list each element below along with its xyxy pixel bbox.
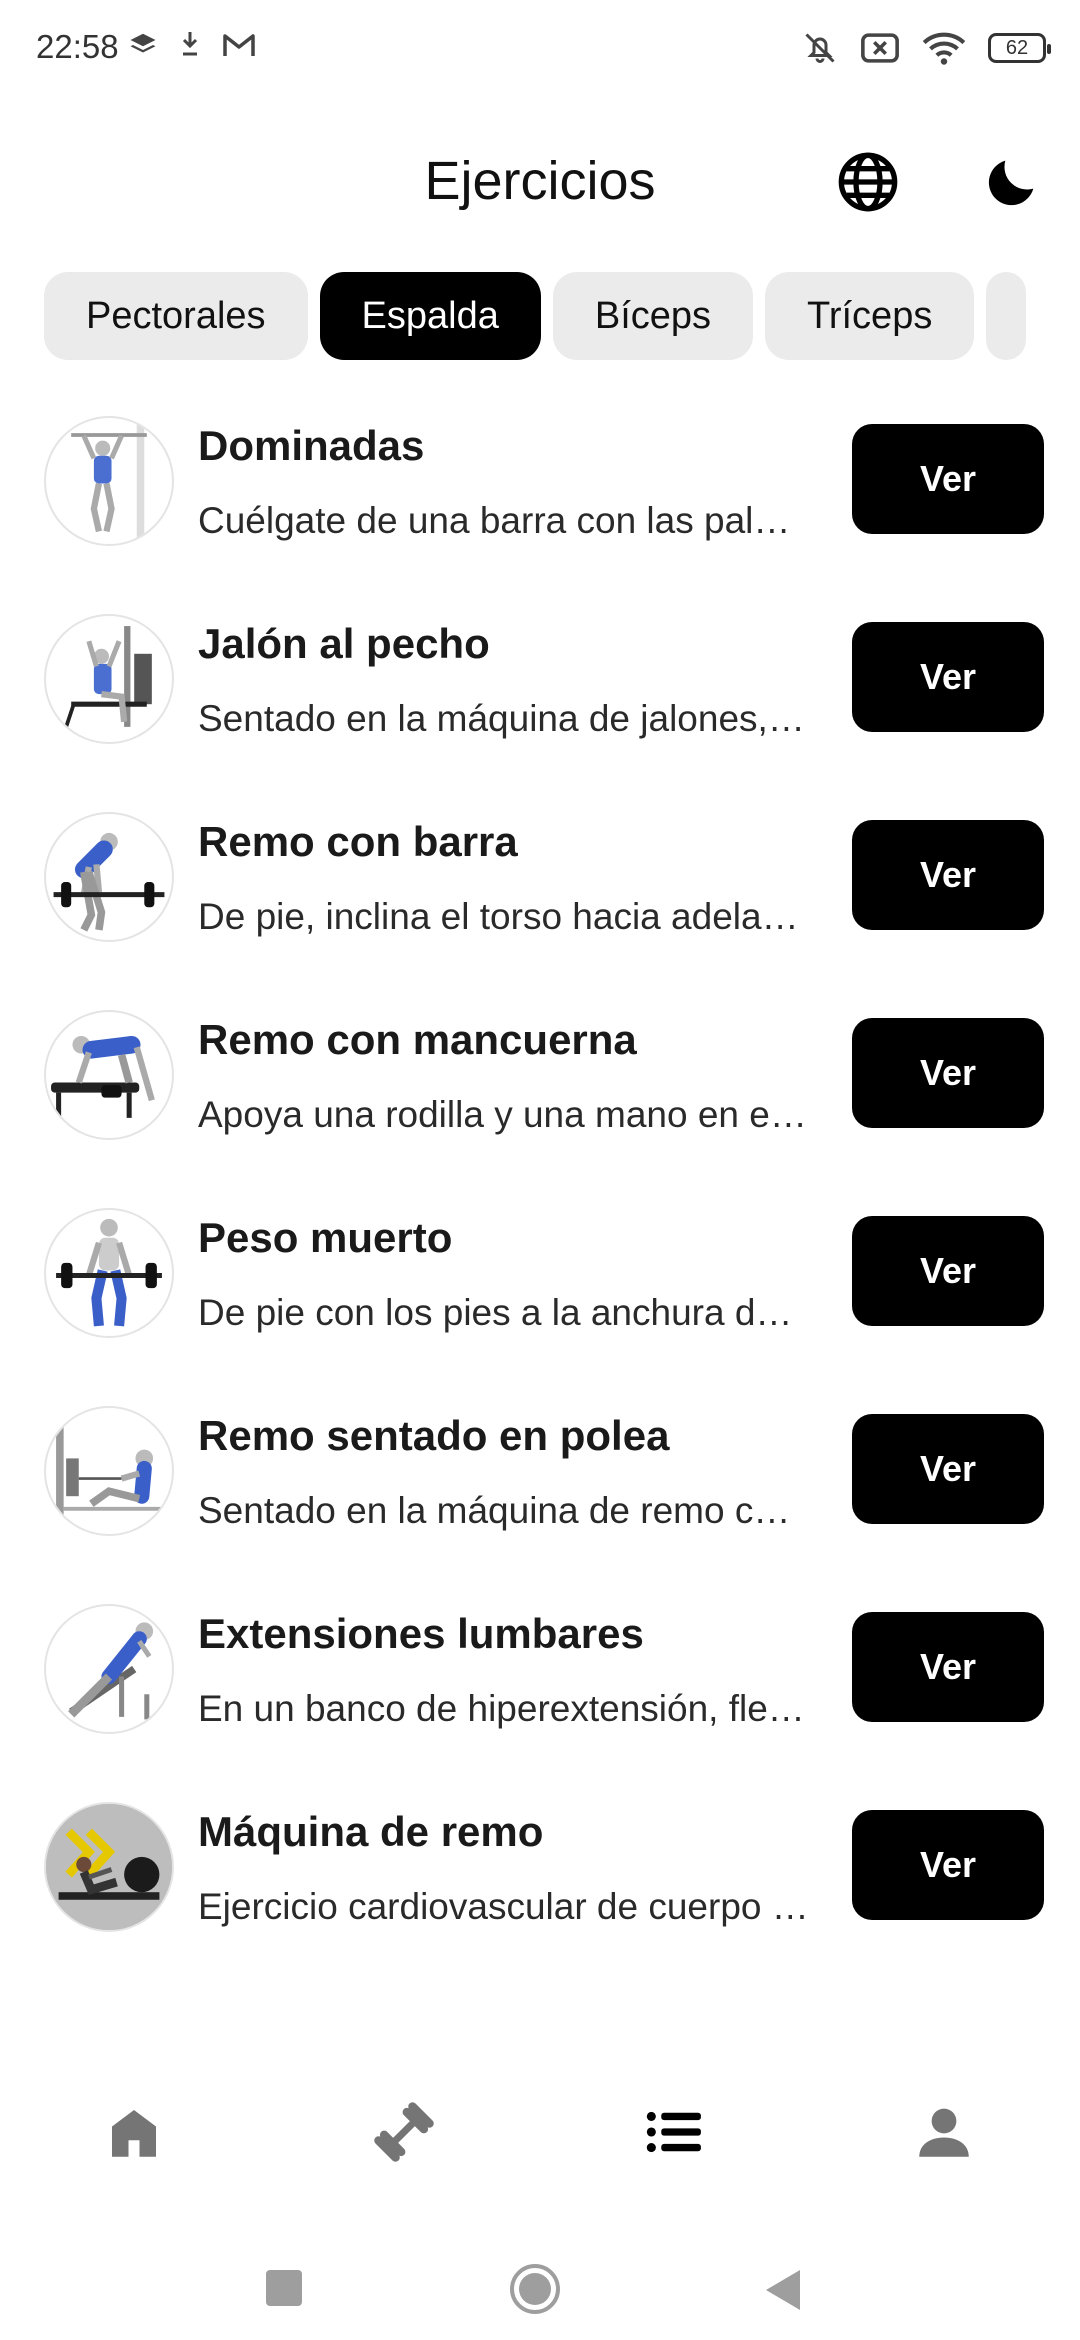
home-system-dot: [519, 2273, 551, 2305]
tab-label: Espalda: [361, 294, 499, 337]
back-button[interactable]: [766, 2270, 800, 2310]
exercise-title: Extensiones lumbares: [198, 1610, 644, 1657]
dumbbell-row-figure: [44, 1010, 174, 1140]
dumbbell-icon: [374, 2102, 434, 2162]
no-sim-icon: [861, 33, 899, 63]
system-nav-bar: [0, 2230, 1080, 2340]
exercise-title: Peso muerto: [198, 1214, 453, 1261]
person-icon: [919, 2108, 969, 2157]
nav-exercises[interactable]: [634, 2092, 714, 2172]
recents-button[interactable]: [266, 2270, 302, 2306]
barbell-row-figure: [44, 812, 174, 942]
deadlift-figure: [44, 1208, 174, 1338]
lat-pulldown-figure: [44, 614, 174, 744]
exercise-title: Remo con barra: [198, 818, 518, 865]
home-icon: [112, 2110, 156, 2157]
status-bar: 22:58 62: [0, 0, 1080, 100]
exercise-title: Remo sentado en polea: [198, 1412, 670, 1459]
gmail-icon: [223, 34, 255, 56]
exercise-description: Ejercicio cardiovascular de cuerpo compl…: [198, 1886, 810, 1927]
view-button[interactable]: Ver: [852, 424, 1044, 534]
exercise-description: Sentado en la máquina de remo con polea,…: [198, 1490, 810, 1531]
exercise-description: Cuélgate de una barra con las palmas mir…: [198, 500, 810, 541]
page-title: Ejercicios: [424, 151, 656, 211]
globe-icon[interactable]: [836, 150, 900, 214]
view-button[interactable]: Ver: [852, 622, 1044, 732]
exercise-description: En un banco de hiperextensión, flexiona …: [198, 1688, 810, 1729]
exercise-row: Remo con barra De pie, inclina el torso …: [0, 796, 1080, 994]
nav-profile[interactable]: [904, 2092, 984, 2172]
list-icon: [646, 2111, 701, 2153]
tab-label: Pectorales: [86, 294, 266, 337]
wifi-icon: [922, 32, 966, 65]
home-system-button[interactable]: [510, 2264, 560, 2314]
exercise-title: Jalón al pecho: [198, 620, 490, 667]
exercise-row: Remo con mancuerna Apoya una rodilla y u…: [0, 994, 1080, 1192]
exercise-row: Máquina de remo Ejercicio cardiovascular…: [0, 1786, 1080, 1984]
pull-up-figure: [44, 416, 174, 546]
bottom-nav: [0, 2080, 1080, 2180]
battery-icon: 62: [988, 33, 1051, 63]
seated-cable-row-figure: [44, 1406, 174, 1536]
exercise-title: Máquina de remo: [198, 1808, 544, 1855]
exercise-description: Sentado en la máquina de jalones, sujeta…: [198, 698, 810, 739]
exercise-title: Dominadas: [198, 422, 425, 469]
view-button[interactable]: Ver: [852, 1810, 1044, 1920]
bell-off-icon: [805, 33, 835, 63]
tab-espalda[interactable]: Espalda: [319, 272, 541, 360]
exercise-description: De pie con los pies a la anchura de las …: [198, 1292, 810, 1333]
nav-workouts[interactable]: [364, 2092, 444, 2172]
view-button[interactable]: Ver: [852, 1612, 1044, 1722]
exercise-row: Remo sentado en polea Sentado en la máqu…: [0, 1390, 1080, 1588]
tab-label: Bíceps: [594, 294, 712, 337]
tab-biceps[interactable]: Bíceps: [552, 272, 754, 360]
status-time: 22:58: [36, 28, 119, 65]
status-left-icons: [128, 30, 256, 60]
status-right-icons: 62: [802, 28, 1051, 68]
tab-triceps[interactable]: Tríceps: [765, 272, 975, 360]
tab-pectorales[interactable]: Pectorales: [44, 272, 308, 360]
exercise-description: De pie, inclina el torso hacia adelante …: [198, 896, 810, 937]
tab-label: Tríceps: [807, 294, 933, 337]
exercise-row: Extensiones lumbares En un banco de hipe…: [0, 1588, 1080, 1786]
tab-next-partial[interactable]: [986, 272, 1027, 360]
exercise-row: Dominadas Cuélgate de una barra con las …: [0, 400, 1080, 598]
view-button[interactable]: Ver: [852, 1216, 1044, 1326]
moon-icon[interactable]: [980, 150, 1044, 214]
rowing-machine-photo: [44, 1802, 174, 1932]
battery-level: 62: [1005, 36, 1029, 59]
view-button[interactable]: Ver: [852, 1414, 1044, 1524]
category-tabs: Pectorales Espalda Bíceps Tríceps: [44, 272, 1036, 362]
exercise-title: Remo con mancuerna: [198, 1016, 637, 1063]
exercise-description: Apoya una rodilla y una mano en el banco…: [198, 1094, 810, 1135]
view-button[interactable]: Ver: [852, 1018, 1044, 1128]
nav-home[interactable]: [94, 2092, 174, 2172]
back-extension-figure: [44, 1604, 174, 1734]
exercise-row: Peso muerto De pie con los pies a la anc…: [0, 1192, 1080, 1390]
view-button[interactable]: Ver: [852, 820, 1044, 930]
layers-icon: [130, 33, 156, 53]
download-icon: [182, 32, 198, 56]
exercise-row: Jalón al pecho Sentado en la máquina de …: [0, 598, 1080, 796]
